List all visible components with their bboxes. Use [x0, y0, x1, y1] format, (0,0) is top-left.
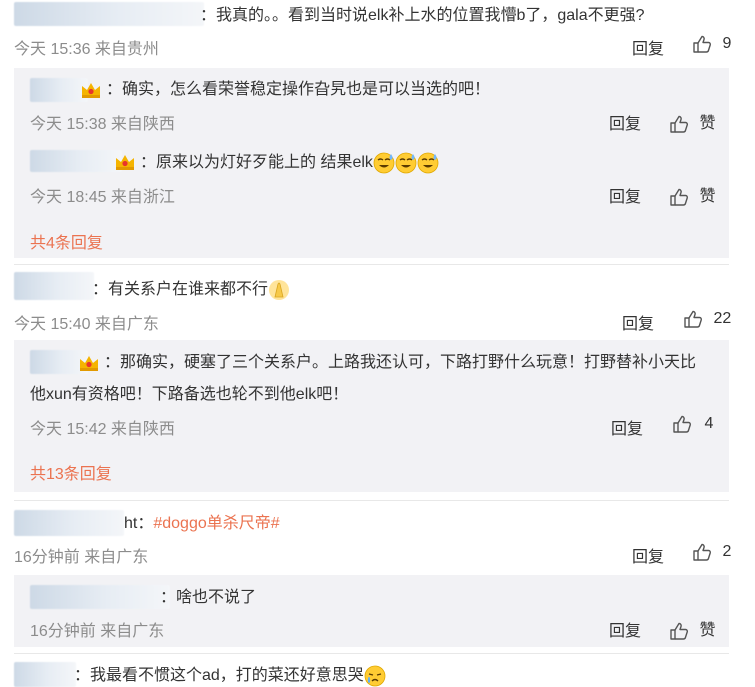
divider [14, 264, 729, 265]
username-blurred[interactable] [14, 510, 124, 536]
like-label: 赞 [699, 115, 716, 132]
like-button[interactable]: 赞 [669, 616, 715, 641]
like-count: 22 [713, 310, 732, 328]
reply-text: ：原来以为灯好歹能上的 结果elk [140, 152, 439, 174]
crown-icon [80, 356, 98, 371]
reply-button[interactable]: 回复 [609, 183, 641, 207]
sweat-smile-emoji-icon [373, 152, 395, 174]
crown-icon [82, 83, 100, 98]
reply-text: ：确实，怎么看荣誉稳定操作旮旯也是可以当选的吧！ [106, 81, 491, 98]
hashtag-link[interactable]: #doggo单杀尺帝# [153, 515, 279, 532]
thumbs-up-icon [693, 543, 712, 561]
like-count: 2 [722, 543, 732, 561]
reply-thread: ：啥也不说了 16分钟前 来自广东 回复 赞 [14, 575, 729, 647]
cry-emoji-icon [364, 665, 386, 687]
reply-meta: 今天 15:38 来自陕西 [30, 116, 175, 133]
view-more-replies-link[interactable]: 共13条回复 [30, 460, 112, 484]
reply-button[interactable]: 回复 [609, 110, 641, 134]
like-button[interactable]: 赞 [669, 109, 715, 134]
thumbs-up-icon [670, 622, 689, 640]
divider [14, 653, 729, 654]
like-label: 赞 [699, 188, 716, 205]
comment-text: ：我最看不惯这个ad，打的菜还好意思哭 [74, 665, 386, 687]
crown-icon [116, 155, 134, 170]
thumbs-up-icon [673, 415, 692, 433]
comment-meta: 16分钟前 来自广东 [14, 549, 149, 566]
reply-button[interactable]: 回复 [632, 35, 664, 59]
reply-meta: 今天 15:42 来自陕西 [30, 421, 175, 438]
username-blurred[interactable] [30, 585, 170, 609]
username-blurred[interactable] [14, 2, 204, 26]
reply-text: ：啥也不说了 [160, 589, 257, 606]
comment-meta: 今天 15:36 来自贵州 [14, 41, 159, 58]
comment-meta: 今天 15:40 来自广东 [14, 316, 159, 333]
sweat-smile-emoji-icon [417, 152, 439, 174]
reply-button[interactable]: 回复 [609, 617, 641, 641]
thumbs-up-icon [693, 35, 712, 53]
username-blurred[interactable] [30, 150, 122, 172]
reply-text: ：那确实，硬塞了三个关系户。上路我还认可，下路打野什么玩意！打野替补小天比 [104, 354, 697, 371]
like-label: 赞 [699, 622, 716, 639]
reply-meta: 今天 18:45 来自浙江 [30, 189, 175, 206]
thumbs-up-icon [670, 188, 689, 206]
reply-thread: ：那确实，硬塞了三个关系户。上路我还认可，下路打野什么玩意！打野替补小天比 他x… [14, 340, 729, 492]
like-button[interactable]: 4 [672, 414, 713, 434]
reply-meta: 16分钟前 来自广东 [30, 623, 165, 640]
like-button[interactable]: 22 [683, 309, 731, 329]
pray-emoji-icon [268, 279, 290, 301]
reply-button[interactable]: 回复 [622, 310, 654, 334]
username-blurred[interactable] [14, 272, 94, 300]
thumbs-up-icon [684, 310, 703, 328]
like-button[interactable]: 2 [692, 542, 731, 562]
thumbs-up-icon [670, 115, 689, 133]
like-count: 9 [722, 35, 732, 53]
comment-text: ：有关系户在谁来都不行 [92, 279, 290, 301]
sweat-smile-emoji-icon [395, 152, 417, 174]
reply-thread: ：确实，怎么看荣誉稳定操作旮旯也是可以当选的吧！ 今天 15:38 来自陕西 回… [14, 68, 729, 258]
like-button[interactable]: 赞 [669, 182, 715, 207]
reply-text-line2: 他xun有资格吧！下路备选也轮不到他elk吧！ [30, 386, 349, 403]
username-blurred[interactable] [14, 662, 76, 687]
comment-text: ：我真的。。看到当时说elk补上水的位置我懵b了，gala不更强? [200, 7, 645, 24]
comment-text: ht：#doggo单杀尺帝# [124, 515, 280, 532]
like-button[interactable]: 9 [692, 34, 731, 54]
like-count: 4 [704, 415, 714, 433]
view-more-replies-link[interactable]: 共4条回复 [30, 229, 103, 253]
divider [14, 500, 729, 501]
reply-button[interactable]: 回复 [632, 543, 664, 567]
reply-button[interactable]: 回复 [611, 415, 643, 439]
